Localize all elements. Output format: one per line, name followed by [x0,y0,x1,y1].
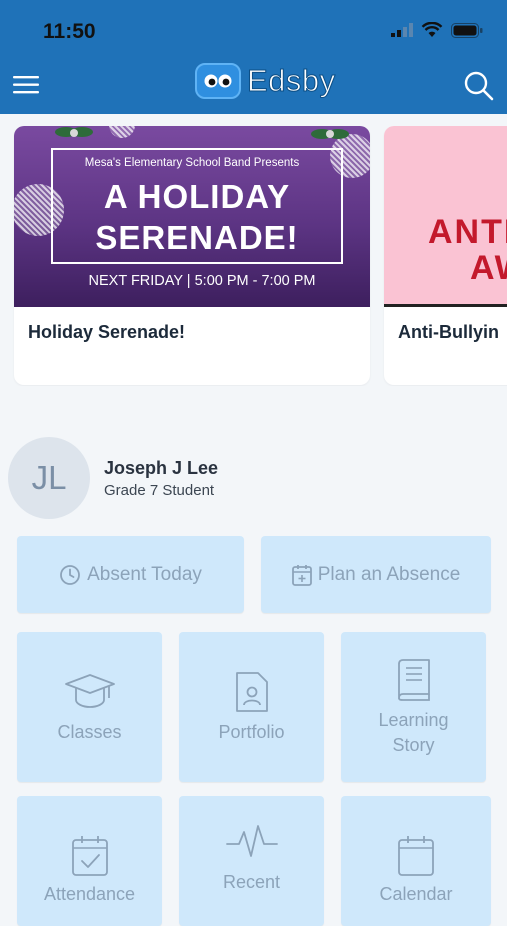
search-icon[interactable] [463,70,495,102]
hamburger-menu-icon[interactable] [13,71,41,99]
attendance-label: Attendance [43,884,136,904]
classes-tile[interactable]: Classes [17,632,162,782]
avatar: JL [8,437,90,519]
banner-heading-line2: SERENADE! [95,219,299,256]
calendar-check-icon [71,836,108,876]
news-card-holiday-serenade[interactable]: Mesa's Elementary School Band Presents A… [14,126,370,385]
student-grade: Grade 7 Student [104,482,215,499]
absent-today-label: Absent Today [87,563,202,585]
news-card-title: Anti-Bullyin [398,322,499,342]
portfolio-label: Portfolio [218,722,285,742]
calendar-icon [398,836,434,876]
portfolio-document-icon [235,672,268,712]
learning-story-tile[interactable]: Learning Story [341,632,486,782]
status-bar: 11:50 [0,0,507,58]
graduation-cap-icon [64,674,115,708]
news-card-anti-bullying[interactable]: ANTI AW Anti-Bullyin [384,126,507,385]
event-banner-image: ANTI AW [384,126,507,307]
news-carousel[interactable]: Mesa's Elementary School Band Presents A… [0,126,507,386]
news-card-title: Holiday Serenade! [28,322,186,342]
wifi-icon [421,22,443,37]
recent-label: Recent [222,872,281,892]
status-icons [391,22,483,38]
decor-circle [109,126,135,138]
status-time: 11:50 [43,20,96,43]
calendar-label: Calendar [379,884,453,904]
battery-icon [451,22,483,38]
activity-pulse-icon [225,825,278,857]
clock-icon [60,564,80,585]
portfolio-tile[interactable]: Portfolio [179,632,324,782]
banner-preheading: Mesa's Elementary School Band Presents [84,157,300,169]
banner-heading: ANTI AW [428,214,507,286]
calendar-plus-icon [291,564,312,586]
absent-today-button[interactable]: Absent Today [17,536,244,613]
calendar-tile[interactable]: Calendar [341,796,491,926]
plan-absence-label: Plan an Absence [317,563,461,585]
holly-decoration-icon [311,129,349,139]
banner-heading-line2: AW [470,249,507,287]
app-header: Edsby [0,58,507,114]
learning-story-label-line2: Story [392,735,435,755]
attendance-tile[interactable]: Attendance [17,796,162,926]
classes-label: Classes [57,722,122,742]
event-banner-image: Mesa's Elementary School Band Presents A… [14,126,370,307]
holly-decoration-icon [55,127,93,137]
book-icon [397,659,430,701]
recent-tile[interactable]: Recent [179,796,324,926]
banner-date-time: NEXT FRIDAY | 5:00 PM - 7:00 PM [88,273,316,289]
banner-heading-line1: A HOLIDAY [103,178,291,215]
app-name: Edsby [247,63,336,99]
student-name: Joseph J Lee [104,458,219,478]
learning-story-label-line1: Learning [378,710,449,730]
banner-heading-line1: ANTI [428,213,507,251]
edsby-logo-icon [195,63,241,99]
banner-heading: A HOLIDAY SERENADE! [14,176,370,258]
app-logo: Edsby [195,63,336,99]
plan-absence-button[interactable]: Plan an Absence [261,536,491,613]
learning-story-label: Learning Story [341,708,486,758]
signal-icon [391,23,413,37]
